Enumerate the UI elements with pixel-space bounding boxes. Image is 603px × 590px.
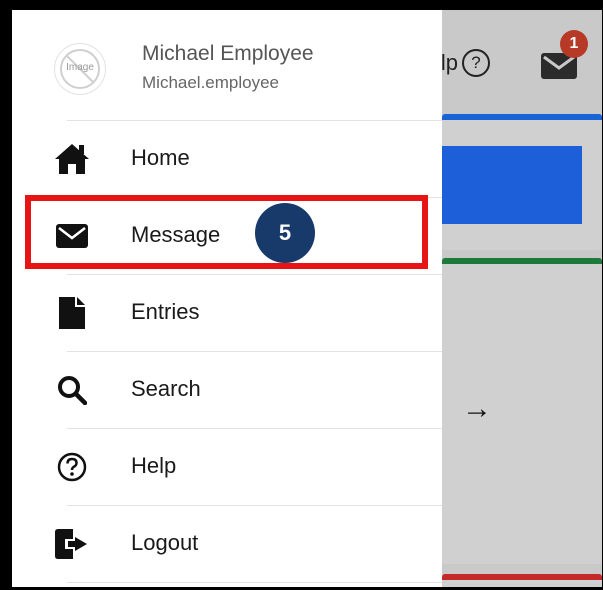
menu-item-label: Help [131,453,177,478]
avatar: Image [54,43,106,95]
user-name: Michael Employee [142,42,314,65]
dashboard-card-red[interactable] [442,574,602,587]
menu-item-search[interactable]: Search [12,352,442,428]
dashboard-card-green[interactable]: → [442,258,602,564]
notification-badge: 1 [560,30,588,58]
step-number-badge: 5 [255,203,315,263]
menu-item-logout[interactable]: Logout [12,506,442,582]
dashboard-card-blue[interactable] [442,114,602,250]
home-icon [52,139,92,179]
step-highlight-box [25,195,428,269]
file-icon [52,293,92,333]
menu-item-entries[interactable]: Entries [12,275,442,351]
menu-item-label: Search [131,376,201,401]
menu-item-help[interactable]: Help [12,429,442,505]
user-username: Michael.employee [142,73,280,92]
arrow-right-icon[interactable]: → [462,392,492,426]
menu-item-home[interactable]: Home [12,121,442,197]
question-circle-icon: ? [462,49,490,77]
divider [67,582,442,583]
card-blue-content [442,146,582,224]
navigation-drawer: Image Michael Employee Michael.employee … [12,10,442,587]
app-frame: Help ? 1 → [12,10,602,587]
menu-item-label: Entries [131,299,200,324]
profile-header: Image Michael Employee Michael.employee [12,10,442,120]
avatar-placeholder-text: Image [66,62,94,73]
help-icon [52,447,92,487]
search-icon [52,370,92,410]
logout-icon [52,524,92,564]
menu-item-label: Home [131,145,190,170]
menu-item-label: Logout [131,530,199,555]
